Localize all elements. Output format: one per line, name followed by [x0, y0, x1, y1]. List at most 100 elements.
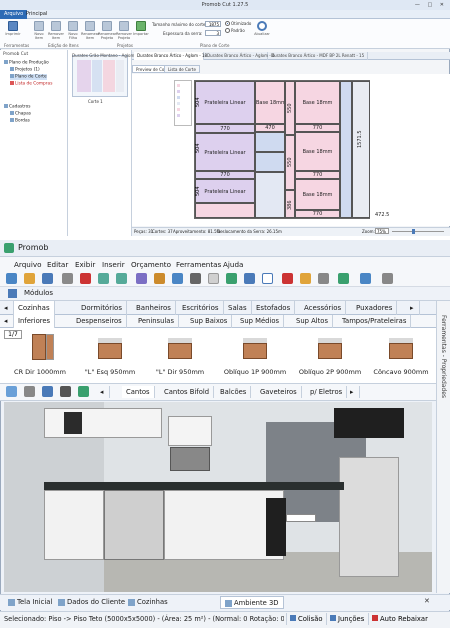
render-icon[interactable] — [154, 273, 165, 284]
cut-thumbnail[interactable] — [72, 55, 128, 97]
tree-sheets[interactable]: Chapas — [10, 111, 31, 117]
select-icon[interactable] — [208, 273, 219, 284]
tab-balcoes[interactable]: Balcões — [216, 386, 252, 398]
zoom-icon[interactable] — [42, 386, 53, 397]
update-button[interactable]: Atualizar — [253, 20, 271, 42]
piece-strips[interactable] — [340, 81, 352, 218]
cut-window-controls[interactable]: — □ ✕ — [415, 0, 447, 10]
new-child-button[interactable]: Novo Filho — [64, 20, 82, 42]
refresh-icon[interactable] — [78, 386, 89, 397]
view-mode-icon[interactable] — [6, 386, 17, 397]
close-tab-icon[interactable]: ✕ — [424, 597, 430, 605]
piece-550[interactable]: 550 — [285, 135, 295, 190]
cut-icon[interactable] — [282, 273, 293, 284]
modules-icon[interactable] — [8, 289, 17, 298]
catalog-icon[interactable] — [318, 273, 329, 284]
open-icon[interactable] — [24, 273, 35, 284]
modules-label[interactable]: Módulos — [24, 289, 53, 297]
zoom-select[interactable]: 75% — [375, 228, 389, 234]
tab-ambiente-3d[interactable]: Ambiente 3D — [220, 596, 284, 609]
tab-dados-cliente[interactable]: Dados do Cliente — [54, 596, 129, 609]
piece-small-group[interactable] — [255, 152, 285, 172]
piece-550[interactable]: 550 — [285, 81, 295, 135]
piece-small-group[interactable] — [255, 172, 285, 218]
print-button[interactable]: Imprimir — [4, 20, 22, 42]
standard-radio[interactable] — [225, 28, 230, 33]
tree-registers[interactable]: Cadastros — [4, 104, 30, 110]
corner-tab-scroll-left[interactable]: ◂ — [96, 386, 110, 398]
doc-tab-mdf-15[interactable]: Duratex Branco Ártico - MDF BP 2L Renatt… — [268, 52, 368, 60]
grid-icon[interactable] — [226, 273, 237, 284]
money-icon[interactable] — [338, 273, 349, 284]
print-icon[interactable] — [62, 273, 73, 284]
catalog-item-obliquo-1p[interactable]: Oblíquo 1P 900mm — [220, 330, 290, 380]
cut-menu-principal[interactable]: Principal — [22, 10, 51, 19]
tree-production-plan[interactable]: Plano de Produção — [4, 60, 49, 66]
menu-arquivo[interactable]: Arquivo — [14, 260, 42, 269]
piece-470[interactable]: 470 — [255, 124, 285, 132]
tab-cantos-bifold[interactable]: Cantos Bifold — [160, 386, 215, 398]
piece-base-18mm[interactable]: Base 18mm — [295, 132, 340, 171]
piece-770[interactable]: 770 — [195, 171, 255, 179]
new-icon[interactable] — [6, 273, 17, 284]
collision-toggle[interactable]: Colisão — [286, 613, 326, 625]
saw-thickness-input[interactable]: 3 — [205, 30, 221, 36]
measure-icon[interactable] — [190, 273, 201, 284]
tab-escritorios[interactable]: Escritórios — [178, 301, 224, 315]
import-button[interactable]: Importar — [132, 20, 150, 42]
light-icon[interactable] — [300, 273, 311, 284]
doc-tab-branco-artico-6[interactable]: Duratex Branco Ártico - Aglom - 6 — [204, 52, 275, 60]
save-icon[interactable] — [42, 273, 53, 284]
menu-ferramentas[interactable]: Ferramentas — [176, 260, 221, 269]
corner-tab-scroll-right[interactable]: ▸ — [346, 386, 360, 398]
max-cut-size-input[interactable]: 1875 — [205, 21, 221, 27]
page-icon[interactable] — [360, 273, 371, 284]
zoom-slider-thumb[interactable] — [412, 229, 415, 234]
catalog-item-l-dir[interactable]: "L" Dir 950mm — [150, 330, 210, 380]
tab-gaveteiros[interactable]: Gaveteiros — [256, 386, 302, 398]
tree-cut-plan[interactable]: Plano de Corte — [10, 74, 47, 80]
redo-icon[interactable] — [116, 273, 127, 284]
tab-banheiros[interactable]: Banheiros — [132, 301, 176, 315]
tree-shopping-list[interactable]: Lista de Compras — [10, 81, 52, 87]
remove-item-button[interactable]: Remover Item — [47, 20, 65, 42]
remove-project-button[interactable]: Remover Projeto — [115, 20, 133, 42]
piece-770[interactable]: 770 — [295, 210, 340, 218]
menu-editar[interactable]: Editar — [47, 260, 68, 269]
undo-icon[interactable] — [98, 273, 109, 284]
subtab-sup-medios[interactable]: Sup Médios — [236, 315, 285, 328]
catalog-item-l-esq[interactable]: "L" Esq 950mm — [80, 330, 140, 380]
menu-orcamento[interactable]: Orçamento — [131, 260, 171, 269]
piece-770[interactable]: 770 — [195, 124, 255, 133]
tab-scroll-right[interactable]: ▸ — [406, 301, 420, 315]
tab-dormitorios[interactable]: Dormitórios — [77, 301, 127, 315]
piece-770[interactable]: 770 — [295, 171, 340, 179]
piece-prateleira[interactable]: Prateleira Linear — [195, 133, 255, 171]
subtab-peninsulas[interactable]: Peninsulas — [134, 315, 179, 328]
piece-prateleira[interactable]: Prateleira Linear — [195, 81, 255, 124]
piece-770[interactable]: 770 — [295, 124, 340, 132]
tab-tela-inicial[interactable]: Tela Inicial — [4, 596, 56, 609]
zoom-slider[interactable] — [392, 231, 444, 232]
tree-projects[interactable]: Projetos (1) — [10, 67, 40, 73]
tab-cozinhas[interactable]: Cozinhas — [14, 301, 55, 315]
piece-small-group[interactable] — [255, 132, 285, 152]
subtab-inferiores[interactable]: Inferiores — [14, 315, 56, 328]
piece-base-18mm[interactable]: Base 18mm — [295, 81, 340, 124]
doc-tab-grao-montano[interactable]: Duratex Grão Montano - Aglom - 18 — [69, 52, 143, 60]
piece-prateleira[interactable]: Prateleira Linear — [195, 179, 255, 203]
3d-viewport[interactable] — [4, 402, 432, 592]
list-view-icon[interactable] — [24, 386, 35, 397]
subtab-scroll-left[interactable]: ◂ — [0, 315, 14, 328]
piece-small[interactable] — [195, 203, 255, 218]
properties-side-panel[interactable]: Ferramentas - Propriedades — [436, 301, 450, 593]
doc-tab-branco-artico-18[interactable]: Duratex Branco Ártico - Aglom - 18 — [134, 52, 207, 60]
view-icon[interactable] — [172, 273, 183, 284]
tree-edges[interactable]: Bordas — [10, 118, 30, 124]
tab-puxadores[interactable]: Puxadores — [352, 301, 398, 315]
menu-ajuda[interactable]: Ajuda — [223, 260, 243, 269]
rename-project-button[interactable]: Renomear Projeto — [98, 20, 116, 42]
delete-icon[interactable] — [80, 273, 91, 284]
subtab-tampos-prateleiras[interactable]: Tampos/Prateleiras — [338, 315, 412, 328]
piece-base-18mm[interactable]: Base 18mm — [295, 179, 340, 210]
